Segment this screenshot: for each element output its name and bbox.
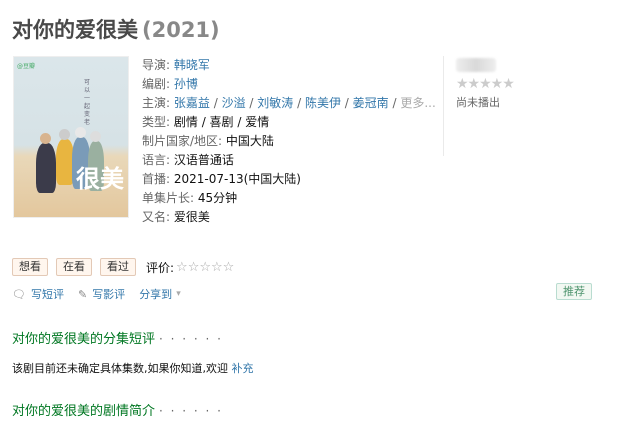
want-button[interactable]: 想看 [12,258,48,276]
watched-button[interactable]: 看过 [100,258,136,276]
rating-divider [443,56,444,156]
poster-image[interactable]: @豆瓣 可 以 一 起 变 老 很美 [13,56,129,218]
eval-label: 评价: [146,260,175,275]
chevron-down-icon: ▾ [176,289,181,299]
poster-sky-text: 可 以 一 起 变 老 [84,79,91,126]
eval-stars[interactable]: ☆☆☆☆☆ [176,260,234,275]
episode-note-text: 该剧目前还未确定具体集数,如果你知道,欢迎 [12,362,228,375]
info-genre: 类型: 剧情 / 喜剧 / 爱情 [142,113,436,132]
episode-reviews-title: 对你的爱很美的分集短评 [12,332,156,347]
genre-value: 剧情 / 喜剧 / 爱情 [173,115,270,129]
cast-link[interactable]: 沙溢 [222,96,246,110]
language-value: 汉语普通话 [173,153,234,167]
region-label: 制片国家/地区: [142,134,223,148]
writer-label: 编剧: [142,77,171,91]
poster-figure [36,143,56,193]
title-year: (2021) [142,18,220,42]
info-episode-length: 单集片长: 45分钟 [142,189,436,208]
pencil-icon: ✎ [77,287,88,301]
cast-more-link[interactable]: 更多... [400,96,435,110]
recommend-button[interactable]: 推荐 [556,283,592,300]
episode-length-label: 单集片长: [142,191,195,205]
cast-link[interactable]: 姜冠南 [353,96,389,110]
subject-info: 导演: 韩晓军 编剧: 孙博 主演: 张嘉益 / 沙溢 / 刘敏涛 / 陈美伊 … [142,56,436,227]
short-review-link[interactable]: 🗨︎ 写短评 [12,286,64,302]
watching-button[interactable]: 在看 [56,258,92,276]
poster-overlay-title: 很美 [76,164,124,193]
episode-reviews-heading: 对你的爱很美的分集短评 · · · · · · [12,328,223,347]
episode-reviews-dots: · · · · · · [159,332,223,346]
short-review-label: 写短评 [30,288,64,301]
info-premiere: 首播: 2021-07-13(中国大陆) [142,170,436,189]
synopsis-title: 对你的爱很美的剧情简介 [12,404,156,419]
info-language: 语言: 汉语普通话 [142,151,436,170]
page-title: 对你的爱很美 (2021) [12,14,220,44]
synopsis-heading: 对你的爱很美的剧情简介 · · · · · · [12,400,223,419]
info-director: 导演: 韩晓军 [142,56,436,75]
cast-link[interactable]: 刘敏涛 [257,96,293,110]
cast-link[interactable]: 陈美伊 [305,96,341,110]
episode-note: 该剧目前还未确定具体集数,如果你知道,欢迎 补充 [12,360,254,376]
cast-label: 主演: [142,96,171,110]
director-label: 导演: [142,58,171,72]
genre-label: 类型: [142,115,171,129]
episode-length-value: 45分钟 [197,191,238,205]
review-label: 写影评 [92,288,126,301]
aka-value: 爱很美 [173,210,210,224]
title-name: 对你的爱很美 [12,18,138,42]
poster-watermark: @豆瓣 [17,63,36,70]
interest-buttons: 想看 在看 看过 评价: ☆☆☆☆☆ [12,258,234,276]
poster-figure-head [59,129,70,140]
rating-note: 尚未播出 [456,96,500,109]
premiere-value: 2021-07-13(中国大陆) [173,172,301,186]
aka-label: 又名: [142,210,171,224]
director-link[interactable]: 韩晓军 [174,58,210,72]
poster-figure-head [75,127,86,138]
synopsis-dots: · · · · · · [159,404,223,418]
share-dropdown[interactable]: 分享到 ▾ [139,286,181,302]
rating-box: ★★★★★ 尚未播出 [456,56,576,110]
rating-logo-blurred [456,58,496,72]
cast-link[interactable]: 张嘉益 [174,96,210,110]
info-writer: 编剧: 孙博 [142,75,436,94]
info-cast: 主演: 张嘉益 / 沙溢 / 刘敏涛 / 陈美伊 / 姜冠南 / 更多... [142,96,436,110]
premiere-label: 首播: [142,172,171,186]
action-links: 🗨︎ 写短评 ✎ 写影评 分享到 ▾ [12,286,195,302]
rating-stars: ★★★★★ [456,76,515,92]
language-label: 语言: [142,153,171,167]
poster-figure-head [40,133,51,144]
writer-link[interactable]: 孙博 [174,77,198,91]
comment-icon: 🗨︎ [12,287,26,301]
poster-figure-head [90,131,101,142]
info-region: 制片国家/地区: 中国大陆 [142,132,436,151]
review-link[interactable]: ✎ 写影评 [78,286,125,302]
episode-supplement-link[interactable]: 补充 [232,362,254,375]
info-aka: 又名: 爱很美 [142,208,436,227]
region-value: 中国大陆 [225,134,274,148]
share-label: 分享到 [139,288,173,301]
